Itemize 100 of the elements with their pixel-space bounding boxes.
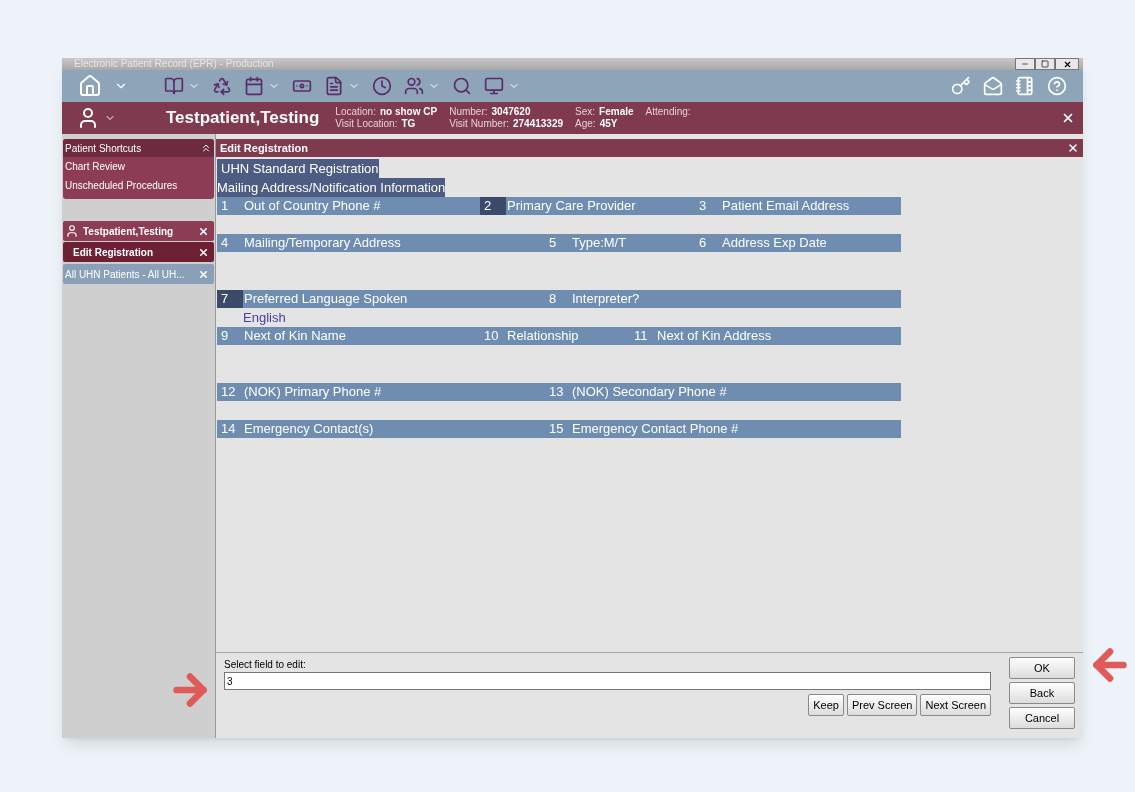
banner-label: Visit Location:: [335, 118, 398, 130]
field-option[interactable]: 7 Preferred Language Spoken: [217, 290, 545, 308]
sidebar-tab[interactable]: Testpatient,Testing: [63, 221, 214, 241]
banner-label: Number:: [449, 106, 488, 118]
patient-name: Testpatient,Testing: [166, 107, 320, 130]
banner-value: 45Y: [599, 118, 618, 130]
field-label: Interpreter?: [571, 290, 640, 309]
person-icon: [65, 224, 79, 238]
field-label: Mailing/Temporary Address: [243, 234, 401, 253]
field-option[interactable]: 12 (NOK) Primary Phone #: [217, 383, 545, 401]
field-number: 2: [480, 197, 506, 215]
field-value: English: [243, 310, 286, 325]
field-label: Emergency Contact(s): [243, 420, 374, 439]
field-label: Next of Kin Address: [656, 327, 772, 346]
banner-label: Visit Number:: [449, 118, 509, 130]
home-icon[interactable]: [78, 74, 102, 98]
toolbar-icon[interactable]: [164, 76, 184, 96]
input-field[interactable]: 3: [224, 672, 991, 690]
dialog-button[interactable]: Next Screen: [920, 694, 991, 716]
banner-value: 3047620: [491, 106, 531, 118]
field-option[interactable]: 10 Relationship: [480, 327, 630, 345]
section-heading: UHN Standard Registration: [217, 159, 379, 178]
toolbar-icon[interactable]: [372, 76, 392, 96]
mail-icon[interactable]: [983, 76, 1003, 96]
banner-value: TG: [401, 118, 416, 130]
shortcut-link[interactable]: Unscheduled Procedures: [63, 176, 214, 195]
close-icon[interactable]: [1061, 111, 1075, 125]
field-label: Primary Care Provider: [506, 197, 636, 216]
dialog-button[interactable]: OK: [1009, 657, 1075, 679]
toolbar-icon[interactable]: [324, 76, 344, 96]
field-option[interactable]: 8 Interpreter?: [545, 290, 901, 308]
close-icon[interactable]: [1067, 142, 1079, 154]
banner-value: no show CP: [379, 106, 438, 118]
collapse-icon[interactable]: [200, 142, 212, 154]
field-label: Type:M/T: [571, 234, 627, 253]
close-icon: [1062, 59, 1072, 69]
field-number: 8: [548, 290, 558, 308]
banner-label: Age:: [575, 118, 596, 130]
close-icon[interactable]: [198, 246, 209, 258]
toolbar-icon[interactable]: [244, 76, 264, 96]
banner-label: Attending:: [645, 106, 691, 118]
minimize-button[interactable]: [1015, 58, 1035, 70]
field-number: 15: [548, 420, 565, 438]
field-option[interactable]: 5 Type:M/T: [545, 234, 695, 252]
field-label: Emergency Contact Phone #: [571, 420, 739, 439]
sidebar-tab[interactable]: All UHN Patients - All UH...: [63, 264, 214, 284]
field-option[interactable]: 4 Mailing/Temporary Address: [217, 234, 545, 252]
tab-label: Testpatient,Testing: [83, 224, 174, 239]
field-option[interactable]: 6 Address Exp Date: [695, 234, 901, 252]
field-number: 10: [483, 327, 500, 345]
field-label: Address Exp Date: [721, 234, 827, 253]
section-heading: Mailing Address/Notification Information: [217, 178, 446, 197]
field-number: 9: [220, 327, 230, 345]
field-number: 4: [220, 234, 230, 252]
help-icon[interactable]: [1047, 76, 1067, 96]
dialog-button[interactable]: Back: [1009, 682, 1075, 704]
key-icon[interactable]: [951, 76, 971, 96]
dialog-button[interactable]: Prev Screen: [846, 694, 918, 716]
notebook-icon[interactable]: [1015, 76, 1035, 96]
field-label: Next of Kin Name: [243, 327, 346, 346]
field-number: 11: [633, 327, 649, 345]
field-label: Out of Country Phone #: [243, 197, 381, 216]
toolbar-icon[interactable]: [212, 76, 232, 96]
field-option[interactable]: 2 Primary Care Provider: [480, 197, 695, 215]
field-option[interactable]: 11 Next of Kin Address: [630, 327, 901, 345]
tab-label: All UHN Patients - All UH...: [65, 267, 185, 282]
toolbar-icon[interactable]: [452, 76, 472, 96]
close-icon[interactable]: [198, 225, 209, 237]
shortcuts-title: Patient Shortcuts: [65, 141, 142, 156]
field-number: 1: [220, 197, 230, 215]
shortcut-link[interactable]: Chart Review: [63, 157, 214, 176]
field-label: (NOK) Primary Phone #: [243, 383, 382, 402]
close-button[interactable]: [1055, 58, 1079, 70]
field-number: 3: [698, 197, 708, 215]
field-option[interactable]: 9 Next of Kin Name: [217, 327, 480, 345]
sidebar-tab[interactable]: Edit Registration: [63, 242, 214, 262]
field-label: Relationship: [506, 327, 579, 346]
toolbar-icon[interactable]: [404, 76, 424, 96]
dialog-button[interactable]: Keep: [808, 694, 844, 716]
banner-label: Sex:: [575, 106, 596, 118]
field-label: Preferred Language Spoken: [243, 290, 408, 309]
field-option[interactable]: 14 Emergency Contact(s): [217, 420, 545, 438]
field-number: 13: [548, 383, 565, 401]
banner-value: Female: [599, 106, 634, 118]
field-option[interactable]: 15 Emergency Contact Phone #: [545, 420, 901, 438]
minimize-icon: [1021, 60, 1029, 68]
field-number: 5: [548, 234, 558, 252]
toolbar-icon[interactable]: [484, 76, 504, 96]
field-option[interactable]: 3 Patient Email Address: [695, 197, 901, 215]
panel-title: Edit Registration: [220, 140, 308, 156]
field-option[interactable]: 1 Out of Country Phone #: [217, 197, 480, 215]
field-label: (NOK) Secondary Phone #: [571, 383, 727, 402]
field-number: 12: [220, 383, 237, 401]
banner-value: 274413329: [513, 118, 564, 130]
field-prompt: Select field to edit:: [224, 658, 307, 672]
tab-label: Edit Registration: [73, 245, 153, 260]
dialog-button[interactable]: Cancel: [1009, 707, 1075, 729]
maximize-button[interactable]: [1035, 58, 1055, 70]
banner-label: Location:: [335, 106, 376, 118]
field-option[interactable]: 13 (NOK) Secondary Phone #: [545, 383, 901, 401]
